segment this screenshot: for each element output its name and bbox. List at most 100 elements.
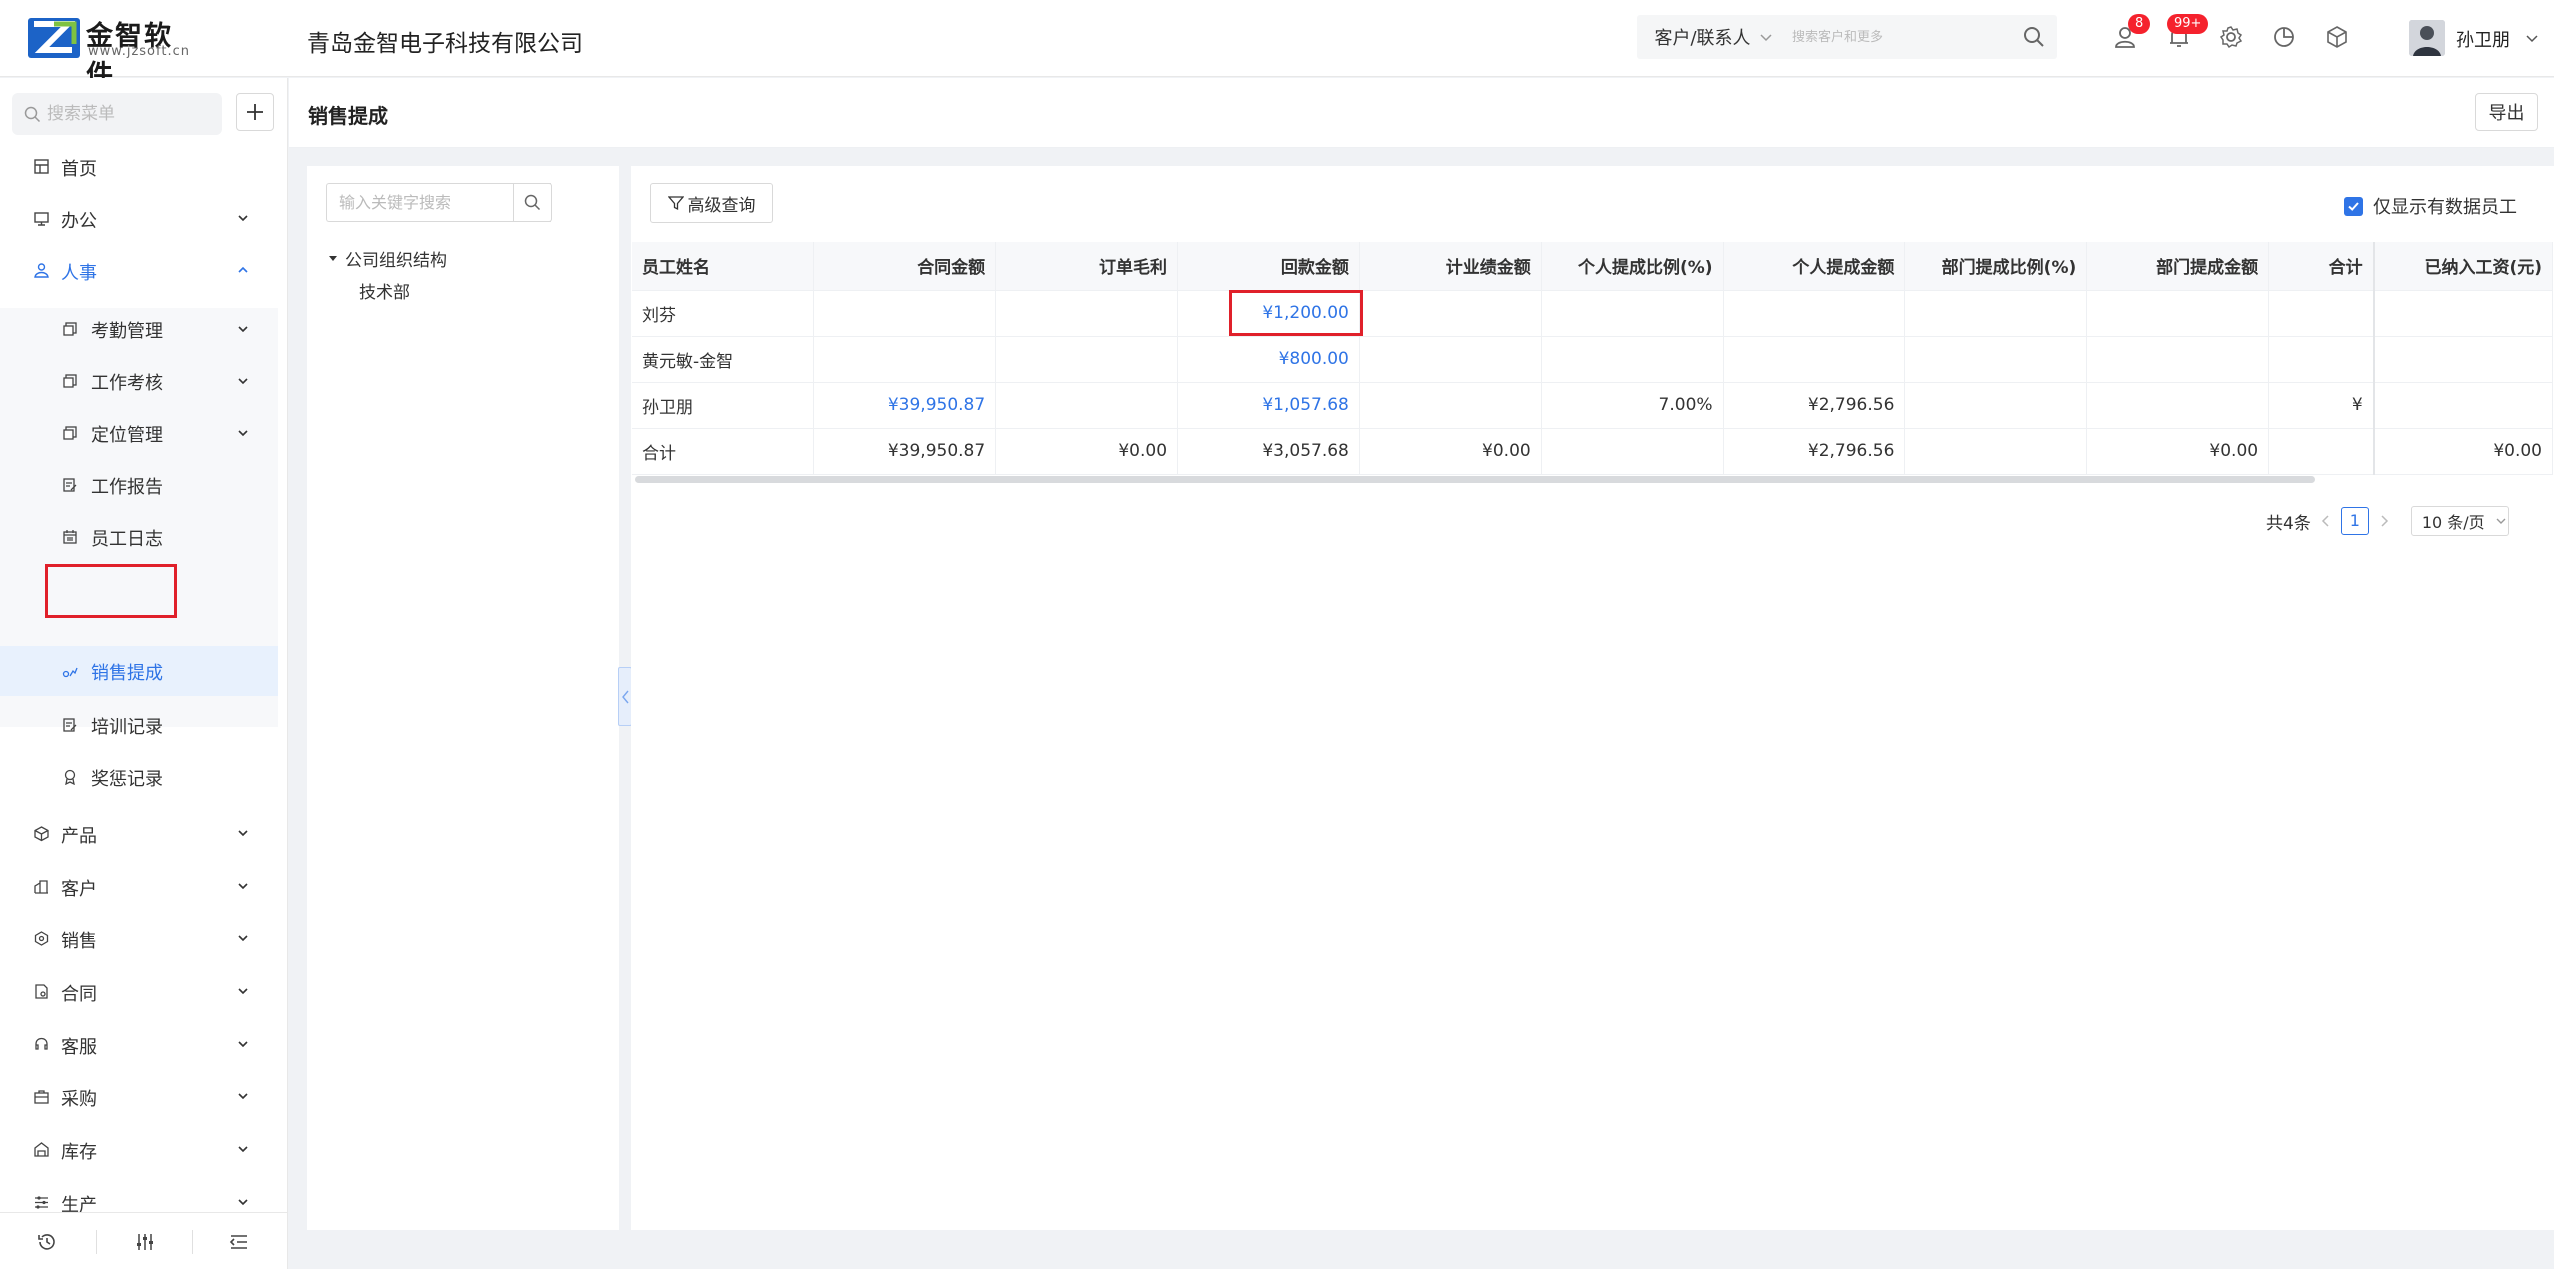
sidebar-item-label: 产品 [61,826,97,847]
org-search-button[interactable] [513,183,552,222]
search-icon [24,106,41,123]
cell-link[interactable]: ¥1,057.68 [1177,382,1360,429]
contract-icon [35,984,48,999]
page-title: 销售提成 [308,104,388,128]
add-button[interactable] [236,93,274,131]
cell [2268,290,2375,337]
sidebar-item-attendance[interactable]: 考勤管理 [0,304,278,354]
award-icon [64,769,76,785]
horizontal-scrollbar[interactable] [635,476,2315,483]
chevron-down-icon [2496,518,2506,524]
column-header[interactable]: 合同金额 [813,242,997,291]
chevron-down-icon[interactable] [2524,30,2540,46]
sidebar-item-label: 客服 [61,1037,97,1058]
sidebar-item-customer[interactable]: 客户 [0,864,288,908]
sidebar-item-contract[interactable]: 合同 [0,969,288,1013]
sidebar-item-service[interactable]: 客服 [0,1022,288,1066]
search-icon[interactable] [2022,25,2046,49]
sidebar-item-hr[interactable]: 人事 [0,248,288,292]
user-name[interactable]: 孙卫朋 [2456,26,2510,52]
cell [2268,336,2375,383]
panel-collapse-handle[interactable] [618,667,632,726]
cell-link[interactable]: ¥1,200.00 [1177,290,1360,337]
sidebar-item-rewards[interactable]: 奖惩记录 [0,752,278,802]
sidebar-item-sales[interactable]: 销售 [0,916,288,960]
cell-link[interactable]: ¥800.00 [1177,336,1360,383]
cell [2086,336,2270,383]
column-header[interactable]: 合计 [2268,242,2375,291]
column-header[interactable]: 已纳入工资(元) [2372,242,2553,291]
page-number[interactable]: 1 [2340,507,2369,535]
chevron-down-icon [238,1199,248,1206]
global-search-group: 客户/联系人 [1637,15,2057,59]
cube-icon[interactable] [2324,24,2350,50]
column-header[interactable]: 部门提成比例(%) [1904,242,2088,291]
menu-search-input[interactable] [47,100,212,128]
office-icon [34,212,49,226]
chevron-down-icon [238,326,248,333]
production-icon [35,1196,48,1209]
caret-down-icon[interactable] [327,252,339,264]
cell [1723,290,1906,337]
sliders-icon[interactable] [134,1231,156,1253]
export-button[interactable]: 导出 [2475,93,2538,131]
cell [1541,336,1724,383]
sidebar-item-work-report[interactable]: 工作报告 [0,460,278,510]
sidebar-item-training[interactable]: 培训记录 [0,700,278,750]
pie-chart-icon[interactable] [2271,24,2297,50]
column-header[interactable]: 订单毛利 [995,242,1179,291]
column-header[interactable]: 员工姓名 [632,242,815,291]
only-data-filter[interactable]: 仅显示有数据员工 [2344,193,2517,219]
column-header[interactable]: 个人提成比例(%) [1541,242,1724,291]
sidebar-item-assessment[interactable]: 工作考核 [0,356,278,406]
cell [995,290,1179,337]
pagination-total: 共4条 [2266,513,2311,534]
column-header[interactable]: 个人提成金额 [1723,242,1906,291]
history-icon[interactable] [36,1231,58,1253]
sidebar-item-office[interactable]: 办公 [0,196,288,240]
cell: ¥2,796.56 [1723,428,1906,475]
divider [192,1230,193,1254]
page-size-select[interactable]: 10 条/页 [2410,506,2509,536]
cell [2372,290,2553,337]
sidebar-item-staff-log[interactable]: 员工日志 [0,512,278,562]
cell: ¥3,057.68 [1177,428,1360,475]
column-header[interactable]: 部门提成金额 [2086,242,2270,291]
cell [1723,336,1906,383]
sidebar-item-purchase[interactable]: 采购 [0,1074,288,1118]
chevron-down-icon [238,988,248,995]
search-type-select[interactable]: 客户/联系人 [1637,15,1790,59]
cell [2086,382,2270,429]
cell-employee: 刘芬 [632,290,815,337]
cell-total-label: 合计 [632,428,815,475]
customer-icon [34,880,48,894]
sidebar-item-product[interactable]: 产品 [0,811,288,855]
logo[interactable]: 金智软件 www.jzsoft.cn [28,16,189,91]
column-header[interactable]: 回款金额 [1177,242,1360,291]
sidebar-item-sales-commission[interactable]: 销售提成 [0,646,278,696]
avatar[interactable] [2409,20,2445,56]
global-search-input[interactable] [1792,21,2010,53]
sidebar-item-location[interactable]: 定位管理 [0,408,278,458]
cell-link[interactable]: ¥39,950.87 [813,382,997,429]
tree-node-dept[interactable]: 技术部 [359,278,410,303]
cell [2268,428,2375,475]
copy-icon [63,374,77,388]
column-header[interactable]: 计业绩金额 [1359,242,1542,291]
only-data-checkbox[interactable] [2344,196,2363,216]
chevron-right-icon[interactable] [2377,514,2391,528]
collapse-menu-icon[interactable] [228,1231,250,1253]
home-icon [34,159,49,174]
sidebar-item-home[interactable]: 首页 [0,144,288,188]
product-icon [34,826,49,842]
advanced-query-button[interactable]: 高级查询 [650,183,773,223]
chevron-left-icon[interactable] [2319,514,2333,528]
table-total-row: 合计 ¥39,950.87 ¥0.00 ¥3,057.68 ¥0.00 ¥2,7… [632,428,2553,475]
check-icon [2348,201,2359,211]
cell: 7.00% [1541,382,1724,429]
sidebar-sub-label: 奖惩记录 [91,769,163,790]
sidebar-item-inventory[interactable]: 库存 [0,1127,288,1171]
filter-icon [667,196,684,211]
gear-icon[interactable] [2218,24,2244,50]
tree-node-root[interactable]: 公司组织结构 [327,244,447,272]
